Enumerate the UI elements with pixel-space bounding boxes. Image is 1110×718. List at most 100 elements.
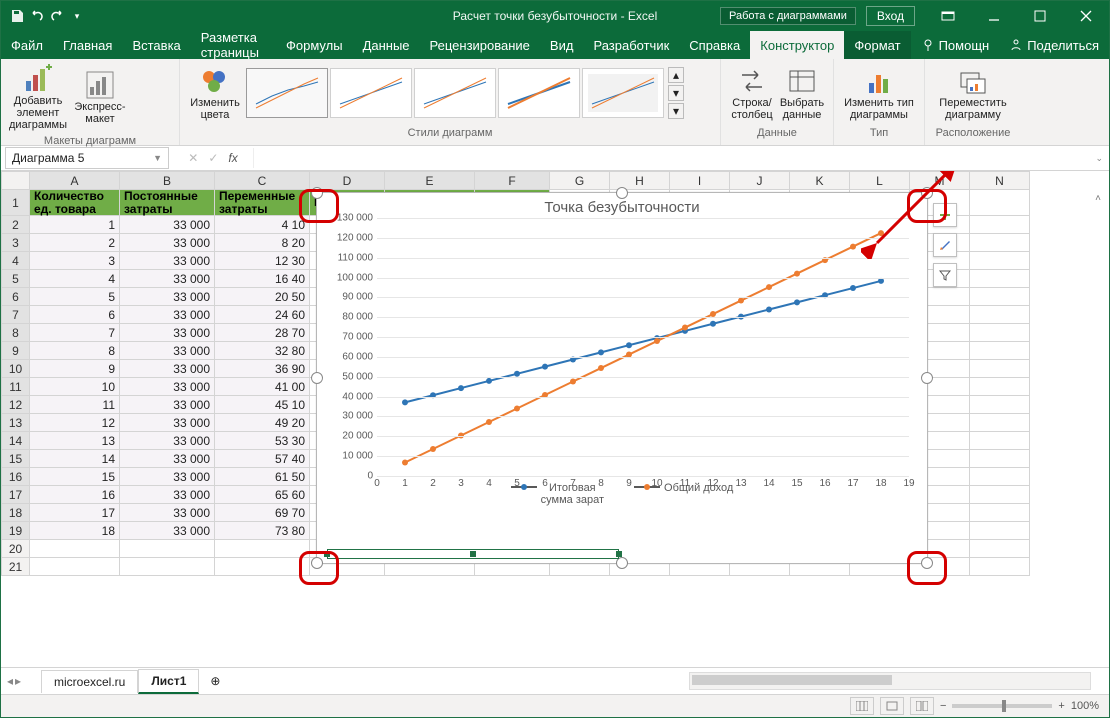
cell[interactable] [970, 396, 1030, 414]
cell[interactable]: 33 000 [120, 468, 215, 486]
cell[interactable]: 33 000 [120, 504, 215, 522]
cell[interactable]: 33 000 [120, 234, 215, 252]
sheet-nav-next-icon[interactable]: ▸ [15, 674, 21, 688]
cell[interactable]: 8 [30, 342, 120, 360]
cell[interactable] [970, 450, 1030, 468]
tab-review[interactable]: Рецензирование [420, 31, 540, 59]
add-chart-element-button[interactable]: Добавить элемент диаграммы [9, 63, 67, 131]
cell[interactable] [120, 540, 215, 558]
cell[interactable]: 13 [30, 432, 120, 450]
row-header[interactable]: 11 [2, 378, 30, 396]
tab-file[interactable]: Файл [1, 31, 53, 59]
tab-formulas[interactable]: Формулы [276, 31, 353, 59]
cell[interactable] [970, 522, 1030, 540]
cell[interactable]: 49 20 [215, 414, 310, 432]
cell[interactable] [970, 486, 1030, 504]
login-button[interactable]: Вход [866, 6, 915, 26]
cell[interactable] [970, 190, 1030, 216]
cancel-formula-icon[interactable]: ✕ [188, 151, 198, 165]
page-layout-view-icon[interactable] [880, 697, 904, 715]
cell[interactable]: 5 [30, 288, 120, 306]
cell[interactable] [970, 378, 1030, 396]
chart-style-5[interactable] [582, 68, 664, 118]
tab-data[interactable]: Данные [353, 31, 420, 59]
cell[interactable]: 11 [30, 396, 120, 414]
column-header[interactable]: E [385, 172, 475, 190]
cell[interactable]: 4 10 [215, 216, 310, 234]
cell[interactable] [970, 216, 1030, 234]
row-header[interactable]: 1 [2, 190, 30, 216]
cell[interactable]: 32 80 [215, 342, 310, 360]
cell[interactable] [970, 252, 1030, 270]
cell[interactable] [970, 360, 1030, 378]
cell[interactable]: 61 50 [215, 468, 310, 486]
formula-input[interactable] [253, 148, 1089, 168]
cell[interactable]: 2 [30, 234, 120, 252]
cell[interactable] [970, 234, 1030, 252]
row-header[interactable]: 14 [2, 432, 30, 450]
move-chart-button[interactable]: Переместить диаграмму [933, 65, 1013, 121]
sheet-nav-prev-icon[interactable]: ◂ [7, 674, 13, 688]
cell[interactable] [970, 432, 1030, 450]
maximize-icon[interactable] [1017, 1, 1063, 31]
cell[interactable]: 73 80 [215, 522, 310, 540]
change-colors-button[interactable]: Изменить цвета [188, 65, 242, 121]
row-header[interactable]: 6 [2, 288, 30, 306]
fx-icon[interactable]: fx [228, 151, 237, 165]
cell[interactable]: 33 000 [120, 360, 215, 378]
chart-plot-area[interactable]: 010 00020 00030 00040 00050 00060 00070 … [377, 218, 909, 476]
chart-styles-button[interactable] [933, 233, 957, 257]
chart-handle[interactable] [311, 372, 323, 384]
row-header[interactable]: 2 [2, 216, 30, 234]
cell[interactable]: 15 [30, 468, 120, 486]
cell[interactable] [215, 540, 310, 558]
cell[interactable] [970, 504, 1030, 522]
row-header[interactable]: 10 [2, 360, 30, 378]
name-box[interactable]: Диаграмма 5 ▼ [5, 147, 169, 169]
tab-home[interactable]: Главная [53, 31, 122, 59]
cell[interactable]: 28 70 [215, 324, 310, 342]
tab-view[interactable]: Вид [540, 31, 584, 59]
new-sheet-button[interactable]: ⊕ [199, 670, 231, 692]
cell[interactable]: 33 000 [120, 396, 215, 414]
row-header[interactable]: 13 [2, 414, 30, 432]
undo-icon[interactable] [29, 8, 45, 24]
cell[interactable]: 45 10 [215, 396, 310, 414]
cell[interactable]: 10 [30, 378, 120, 396]
cell[interactable]: 8 20 [215, 234, 310, 252]
cell[interactable]: 9 [30, 360, 120, 378]
cell[interactable]: 33 000 [120, 216, 215, 234]
chart-style-2[interactable] [330, 68, 412, 118]
switch-row-column-button[interactable]: Строка/ столбец [729, 65, 775, 121]
cell[interactable]: 33 000 [120, 324, 215, 342]
name-box-dropdown-icon[interactable]: ▼ [153, 153, 162, 163]
chart-handle[interactable] [311, 187, 323, 199]
cell[interactable]: 12 30 [215, 252, 310, 270]
tab-insert[interactable]: Вставка [122, 31, 190, 59]
cell[interactable]: 33 000 [120, 306, 215, 324]
chart-handle[interactable] [921, 372, 933, 384]
cell[interactable]: 33 000 [120, 432, 215, 450]
row-header[interactable]: 21 [2, 558, 30, 576]
inner-selection[interactable] [327, 549, 619, 559]
change-chart-type-button[interactable]: Изменить тип диаграммы [842, 65, 916, 121]
row-header[interactable]: 12 [2, 396, 30, 414]
cell[interactable]: 7 [30, 324, 120, 342]
column-header[interactable]: C [215, 172, 310, 190]
cell[interactable] [120, 558, 215, 576]
cell[interactable] [970, 270, 1030, 288]
column-header[interactable]: B [120, 172, 215, 190]
cell[interactable]: 33 000 [120, 450, 215, 468]
save-icon[interactable] [9, 8, 25, 24]
cell[interactable]: 33 000 [120, 486, 215, 504]
cell[interactable] [970, 324, 1030, 342]
row-header[interactable]: 19 [2, 522, 30, 540]
cell[interactable]: 1 [30, 216, 120, 234]
chart-handle[interactable] [921, 187, 933, 199]
cell[interactable]: 41 00 [215, 378, 310, 396]
horizontal-scrollbar[interactable] [689, 672, 1091, 690]
cell[interactable]: 33 000 [120, 522, 215, 540]
chart-style-4[interactable] [498, 68, 580, 118]
sheet-tab-1[interactable]: microexcel.ru [41, 670, 138, 693]
cell[interactable] [970, 288, 1030, 306]
